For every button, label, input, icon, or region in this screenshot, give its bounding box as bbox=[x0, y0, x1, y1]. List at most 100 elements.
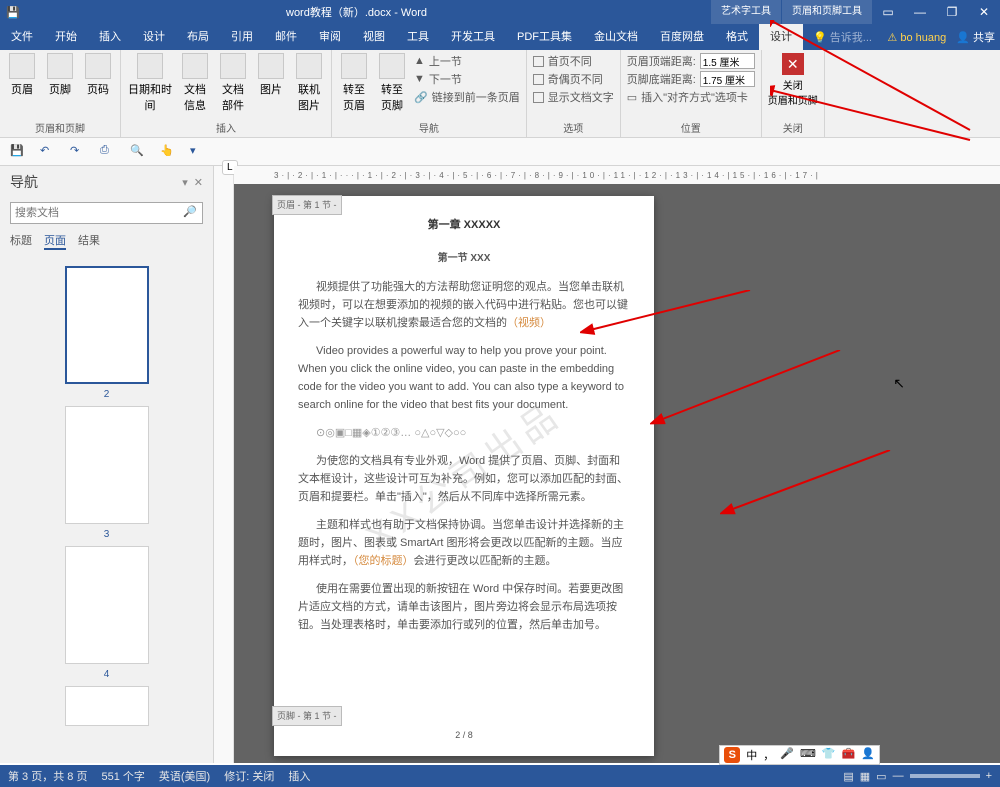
more-icon[interactable]: ▾ bbox=[190, 144, 206, 160]
close-headerfooter-button[interactable]: ✕ 关闭 页眉和页脚 bbox=[768, 53, 818, 107]
contextual-tab-headerfooter[interactable]: 页眉和页脚工具 bbox=[781, 0, 872, 24]
odd-even-checkbox[interactable]: 奇偶页不同 bbox=[533, 71, 614, 87]
horizontal-ruler[interactable]: 3·|·2·|·1·|···|·1·|·2·|·3·|·4·|·5·|·6·|·… bbox=[234, 166, 1000, 184]
tab-baidu[interactable]: 百度网盘 bbox=[649, 24, 715, 50]
zoom-in-icon[interactable]: + bbox=[986, 770, 992, 782]
contextual-tab-group: 艺术字工具 页眉和页脚工具 bbox=[710, 0, 872, 24]
docpart-button[interactable]: 文档部件 bbox=[217, 53, 249, 113]
view-web-icon[interactable]: ▭ bbox=[876, 770, 886, 783]
zoom-icon[interactable]: 🔍 bbox=[130, 144, 146, 160]
ime-input-icon[interactable]: ⌨ bbox=[800, 747, 816, 763]
tab-design[interactable]: 设计 bbox=[132, 24, 176, 50]
page-thumbnails[interactable]: 2 3 4 bbox=[0, 254, 213, 738]
page-status[interactable]: 第 3 页，共 8 页 bbox=[8, 768, 87, 784]
window-title: word教程（新）.docx - Word bbox=[26, 4, 710, 20]
thumb-page-2[interactable]: 2 bbox=[65, 266, 149, 400]
link-previous-button[interactable]: 🔗 链接到前一条页眉 bbox=[414, 89, 520, 105]
picture-button[interactable]: 图片 bbox=[255, 53, 287, 113]
contextual-tab-wordart[interactable]: 艺术字工具 bbox=[710, 0, 781, 24]
align-tab-button[interactable]: ▭ 插入"对齐方式"选项卡 bbox=[627, 89, 755, 105]
save-icon[interactable]: 💾 bbox=[6, 6, 20, 19]
show-doctext-checkbox[interactable]: 显示文档文字 bbox=[533, 89, 614, 105]
minimize-icon[interactable]: — bbox=[904, 0, 936, 24]
insert-mode[interactable]: 插入 bbox=[288, 768, 310, 784]
docinfo-button[interactable]: 文档信息 bbox=[179, 53, 211, 113]
tab-format[interactable]: 格式 bbox=[715, 24, 759, 50]
tab-references[interactable]: 引用 bbox=[220, 24, 264, 50]
first-different-checkbox[interactable]: 首页不同 bbox=[533, 53, 614, 69]
view-print-icon[interactable]: ▦ bbox=[860, 770, 870, 783]
onlinepic-button[interactable]: 联机图片 bbox=[293, 53, 325, 113]
header-button[interactable]: 页眉 bbox=[6, 53, 38, 97]
ime-toolbar[interactable]: S 中 ， 🎤 ⌨ 👕 🧰 👤 bbox=[719, 745, 880, 765]
ime-user-icon[interactable]: 👤 bbox=[861, 747, 875, 763]
paragraph: 主题和样式也有助于文档保持协调。当您单击设计并选择新的主题时，图片、图表或 Sm… bbox=[298, 516, 630, 570]
goto-footer-button[interactable]: 转至页脚 bbox=[376, 53, 408, 113]
onlinepic-icon bbox=[296, 53, 322, 79]
thumb-page-3[interactable]: 3 bbox=[65, 406, 149, 540]
footer-button[interactable]: 页脚 bbox=[44, 53, 76, 97]
language-status[interactable]: 英语(美国) bbox=[159, 768, 210, 784]
tab-devtools[interactable]: 开发工具 bbox=[440, 24, 506, 50]
sogou-icon[interactable]: S bbox=[724, 747, 740, 763]
pagenum-button[interactable]: 页码 bbox=[82, 53, 114, 97]
touch-icon[interactable]: 👆 bbox=[160, 144, 176, 160]
title-bar: 💾 word教程（新）.docx - Word 艺术字工具 页眉和页脚工具 ▭ … bbox=[0, 0, 1000, 24]
word-count[interactable]: 551 个字 bbox=[101, 768, 144, 784]
datetime-button[interactable]: 日期和时间 bbox=[127, 53, 173, 113]
zoom-slider[interactable] bbox=[910, 774, 980, 778]
docpart-icon bbox=[220, 53, 246, 79]
undo-icon[interactable]: ↶ bbox=[40, 144, 56, 160]
ime-toolbox-icon[interactable]: 🧰 bbox=[842, 747, 856, 763]
track-status[interactable]: 修订: 关闭 bbox=[224, 768, 274, 784]
tab-pdf[interactable]: PDF工具集 bbox=[506, 24, 583, 50]
nav-dropdown-icon[interactable]: ▾ bbox=[182, 176, 188, 189]
nav-tab-pages[interactable]: 页面 bbox=[44, 232, 66, 250]
tab-insert[interactable]: 插入 bbox=[88, 24, 132, 50]
next-section-button[interactable]: ▼ 下一节 bbox=[414, 71, 520, 87]
footer-bottom-spinner[interactable] bbox=[700, 71, 755, 87]
goto-header-button[interactable]: 转至页眉 bbox=[338, 53, 370, 113]
thumb-page-5[interactable] bbox=[65, 686, 149, 726]
thumb-page-4[interactable]: 4 bbox=[65, 546, 149, 680]
nav-search-input[interactable] bbox=[10, 202, 203, 224]
view-read-icon[interactable]: ▤ bbox=[843, 770, 853, 783]
ribbon-display-icon[interactable]: ▭ bbox=[872, 0, 904, 24]
tab-home[interactable]: 开始 bbox=[44, 24, 88, 50]
vertical-ruler[interactable]: L bbox=[214, 166, 234, 763]
document-area[interactable]: 3·|·2·|·1·|···|·1·|·2·|·3·|·4·|·5·|·6·|·… bbox=[234, 166, 1000, 763]
search-icon[interactable]: 🔎 bbox=[183, 205, 197, 218]
footer-bottom-label: 页脚底端距离: bbox=[627, 71, 696, 87]
ime-punct-icon[interactable]: ， bbox=[763, 747, 774, 763]
header-top-spinner[interactable] bbox=[700, 53, 755, 69]
group-insert: 日期和时间 文档信息 文档部件 图片 联机图片 插入 bbox=[121, 50, 332, 137]
print-icon[interactable]: ⎙ bbox=[100, 144, 116, 160]
tab-file[interactable]: 文件 bbox=[0, 24, 44, 50]
nav-tab-headings[interactable]: 标题 bbox=[10, 232, 32, 250]
zoom-out-icon[interactable]: — bbox=[893, 770, 904, 782]
tab-kingsoft[interactable]: 金山文档 bbox=[583, 24, 649, 50]
restore-icon[interactable]: ❐ bbox=[936, 0, 968, 24]
warning-icon[interactable]: ⚠ bo huang bbox=[887, 31, 946, 44]
tab-mailings[interactable]: 邮件 bbox=[264, 24, 308, 50]
nav-tab-results[interactable]: 结果 bbox=[78, 232, 100, 250]
tell-me-input[interactable]: 💡 告诉我... bbox=[813, 29, 872, 45]
ime-skin-icon[interactable]: 👕 bbox=[822, 747, 836, 763]
tab-layout[interactable]: 布局 bbox=[176, 24, 220, 50]
group-label: 选项 bbox=[533, 120, 614, 135]
redo-icon[interactable]: ↷ bbox=[70, 144, 86, 160]
paragraph: Video provides a powerful way to help yo… bbox=[298, 342, 630, 414]
paragraph: 为使您的文档具有专业外观，Word 提供了页眉、页脚、封面和文本框设计，这些设计… bbox=[298, 452, 630, 506]
close-icon[interactable]: ✕ bbox=[968, 0, 1000, 24]
tab-review[interactable]: 审阅 bbox=[308, 24, 352, 50]
tab-hf-design[interactable]: 设计 bbox=[759, 24, 803, 50]
tab-tools[interactable]: 工具 bbox=[396, 24, 440, 50]
ime-mic-icon[interactable]: 🎤 bbox=[780, 747, 794, 763]
save-icon[interactable]: 💾 bbox=[10, 144, 26, 160]
ime-lang[interactable]: 中 bbox=[746, 747, 757, 763]
prev-section-button[interactable]: ▲ 上一节 bbox=[414, 53, 520, 69]
nav-close-icon[interactable]: ✕ bbox=[194, 176, 203, 189]
share-button[interactable]: 👤 共享 bbox=[956, 29, 995, 45]
tab-view[interactable]: 视图 bbox=[352, 24, 396, 50]
group-navigation: 转至页眉 转至页脚 ▲ 上一节 ▼ 下一节 🔗 链接到前一条页眉 导航 bbox=[332, 50, 527, 137]
